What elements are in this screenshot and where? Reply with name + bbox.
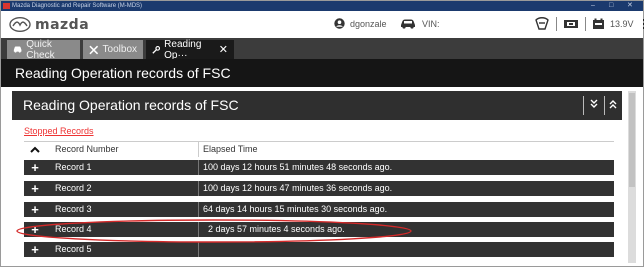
- chevron-up-icon: [30, 146, 40, 153]
- section-header[interactable]: Reading Operation records of FSC: [12, 91, 622, 120]
- window-title: Mazda Diagnostic and Repair Software (M-…: [12, 3, 143, 9]
- window-title-bar: Mazda Diagnostic and Repair Software (M-…: [1, 1, 643, 11]
- table-row[interactable]: + Record 2 100 days 12 hours 47 minutes …: [24, 181, 614, 196]
- sort-button[interactable]: [24, 142, 46, 157]
- car-icon: [13, 46, 22, 53]
- elapsed-time-cell: 100 days 12 hours 47 minutes 36 seconds …: [198, 181, 614, 196]
- header-bar: mazda dgonzale VIN: 13.9V: [1, 11, 644, 39]
- tab-label: Toolbox: [102, 44, 137, 55]
- tab-quick-check[interactable]: Quick Check: [7, 38, 80, 61]
- car-icon: [401, 19, 415, 29]
- divider: [583, 96, 584, 115]
- tab-label: Reading Op···: [164, 38, 202, 61]
- vin-info: VIN:: [400, 18, 440, 29]
- close-window-button[interactable]: ✕: [627, 1, 633, 11]
- record-number-cell: Record 3: [55, 204, 92, 214]
- tools-icon: [89, 45, 99, 54]
- scrollbar-thumb[interactable]: [629, 93, 635, 187]
- column-header-record-number: Record Number: [55, 144, 119, 154]
- section-title: Reading Operation records of FSC: [23, 97, 239, 113]
- table-header-row: Record Number Elapsed Time: [24, 141, 614, 157]
- elapsed-time-cell: 64 days 14 hours 15 minutes 30 seconds a…: [198, 202, 614, 217]
- status-icons: 13.9V: [534, 17, 644, 31]
- record-number-cell: Record 1: [55, 162, 92, 172]
- divider: [604, 96, 605, 115]
- elapsed-time-cell: 100 days 12 hours 51 minutes 48 seconds …: [198, 160, 614, 175]
- tab-label: Quick Check: [26, 38, 55, 61]
- minimize-button[interactable]: –: [591, 1, 595, 11]
- app-icon: [3, 3, 10, 9]
- divider: [585, 17, 586, 31]
- expand-row-button[interactable]: +: [24, 160, 46, 175]
- battery-voltage: 13.9V: [610, 19, 634, 29]
- tab-toolbox[interactable]: Toolbox: [83, 40, 143, 59]
- user-info[interactable]: dgonzale: [334, 18, 387, 29]
- divider: [556, 17, 557, 31]
- double-chevron-down-icon[interactable]: [589, 98, 599, 110]
- vci-device-icon[interactable]: [563, 18, 579, 30]
- annotation-ellipse: [16, 219, 412, 243]
- plus-icon: +: [31, 202, 39, 217]
- column-header-elapsed-time: Elapsed Time: [198, 142, 614, 157]
- username: dgonzale: [350, 18, 387, 29]
- table-row[interactable]: + Record 3 64 days 14 hours 15 minutes 3…: [24, 202, 614, 217]
- maximize-button[interactable]: □: [609, 1, 613, 11]
- battery-icon: [593, 18, 604, 29]
- stopped-records-link[interactable]: Stopped Records: [24, 126, 94, 136]
- page-title: Reading Operation records of FSC: [1, 59, 643, 87]
- expand-row-button[interactable]: +: [24, 181, 46, 196]
- double-chevron-up-icon[interactable]: [608, 98, 618, 110]
- table-row[interactable]: + Record 1 100 days 12 hours 51 minutes …: [24, 160, 614, 175]
- tab-bar: Quick Check Toolbox Reading Op··· ✕: [1, 38, 643, 61]
- logo-text: mazda: [35, 16, 90, 33]
- plus-icon: +: [31, 160, 39, 175]
- plus-icon: +: [31, 181, 39, 196]
- mazda-emblem-icon: [9, 17, 31, 32]
- vertical-scrollbar[interactable]: [628, 91, 636, 263]
- record-number-cell: Record 2: [55, 183, 92, 193]
- wrench-icon: [152, 45, 161, 54]
- tab-reading-operation[interactable]: Reading Op··· ✕: [146, 38, 234, 61]
- user-icon: [334, 18, 345, 29]
- connection-icon[interactable]: [534, 17, 550, 31]
- mazda-logo: mazda: [9, 17, 89, 32]
- tab-close-icon[interactable]: ✕: [219, 43, 228, 56]
- expand-row-button[interactable]: +: [24, 202, 46, 217]
- vin-label: VIN:: [422, 18, 440, 29]
